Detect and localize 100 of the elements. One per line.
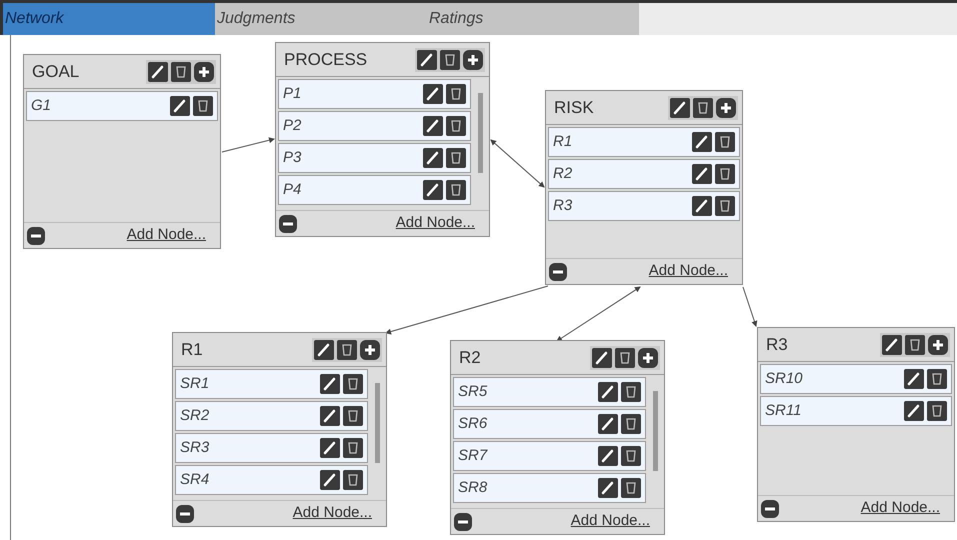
minus-icon[interactable] [454,512,472,530]
pencil-icon[interactable] [598,414,618,434]
add-node-link[interactable]: Add Node... [860,497,940,520]
trash-icon[interactable] [615,348,635,368]
cluster-title: R1 [181,338,203,361]
trash-icon[interactable] [693,98,713,118]
scrollbar-thumb[interactable] [374,383,380,463]
pencil-icon[interactable] [170,96,190,116]
pencil-icon[interactable] [904,369,924,389]
trash-icon[interactable] [621,478,641,498]
tab[interactable]: Ratings [427,3,639,35]
pencil-icon[interactable] [692,164,712,184]
trash-icon[interactable] [621,382,641,402]
pencil-icon[interactable] [148,62,168,82]
trash-icon[interactable] [343,406,363,426]
tab[interactable]: Judgments [215,3,427,35]
pencil-icon[interactable] [598,382,618,402]
node-label: SR5 [458,382,488,402]
cluster-title: R2 [459,346,481,369]
trash-icon[interactable] [927,369,947,389]
minus-icon[interactable] [761,500,779,518]
minus-icon[interactable] [549,262,567,280]
node-label: R3 [553,196,572,216]
minus-icon[interactable] [279,214,297,232]
trash-icon[interactable] [343,438,363,458]
pencil-icon[interactable] [320,406,340,426]
node-label: P2 [283,116,302,136]
pencil-icon[interactable] [423,148,443,168]
node-item[interactable]: P2 [278,111,471,141]
pencil-icon[interactable] [598,478,618,498]
node-item[interactable]: SR3 [175,433,368,463]
pencil-icon[interactable] [423,84,443,104]
node-item[interactable]: SR10 [760,364,952,394]
add-node-link[interactable]: Add Node... [570,510,650,533]
plus-icon[interactable] [360,340,380,360]
node-item[interactable]: SR4 [175,465,368,495]
minus-icon[interactable] [176,504,194,522]
trash-icon[interactable] [440,50,460,70]
node-item[interactable]: SR8 [453,473,646,503]
pencil-icon[interactable] [423,116,443,136]
node-item[interactable]: G1 [26,91,218,121]
node-item[interactable]: SR2 [175,401,368,431]
trash-icon[interactable] [193,96,213,116]
plus-icon[interactable] [194,62,214,82]
trash-icon[interactable] [446,148,466,168]
scrollbar-thumb[interactable] [652,391,658,471]
plus-icon[interactable] [928,334,948,354]
node-item[interactable]: R2 [548,159,740,189]
node-item[interactable]: SR11 [760,396,952,426]
pencil-icon[interactable] [592,348,612,368]
pencil-icon[interactable] [417,50,437,70]
pencil-icon[interactable] [692,132,712,152]
node-item[interactable]: SR5 [453,377,646,407]
cluster-title: RISK [554,96,594,119]
node-label: SR11 [765,400,802,421]
add-node-link[interactable]: Add Node... [126,224,206,247]
node-item[interactable]: SR1 [175,369,368,399]
scrollbar-thumb[interactable] [478,93,482,173]
pencil-icon[interactable] [423,180,443,200]
plus-icon[interactable] [638,348,658,368]
add-node-link[interactable]: Add Node... [396,212,475,235]
trash-icon[interactable] [905,334,925,354]
node-item[interactable]: SR7 [453,441,646,471]
trash-icon[interactable] [927,401,947,421]
node-item[interactable]: P4 [278,175,471,205]
trash-icon[interactable] [621,446,641,466]
pencil-icon[interactable] [882,334,902,354]
trash-icon[interactable] [171,62,191,82]
pencil-icon[interactable] [670,98,690,118]
trash-icon[interactable] [715,132,735,152]
connector-arrow [222,137,275,152]
plus-icon[interactable] [463,50,483,70]
node-label: SR2 [180,406,210,426]
minus-icon[interactable] [27,226,45,244]
trash-icon[interactable] [343,374,363,394]
pencil-icon[interactable] [904,401,924,421]
node-item[interactable]: SR6 [453,409,646,439]
pencil-icon[interactable] [692,196,712,216]
node-item[interactable]: R1 [548,127,740,157]
pencil-icon[interactable] [320,438,340,458]
node-label: P4 [283,180,302,200]
add-node-link[interactable]: Add Node... [648,260,728,283]
trash-icon[interactable] [343,470,363,490]
node-item[interactable]: P3 [278,143,471,173]
add-node-link[interactable]: Add Node... [292,502,372,525]
pencil-icon[interactable] [598,446,618,466]
node-item[interactable]: P1 [278,79,471,109]
plus-icon[interactable] [716,98,736,118]
node-item[interactable]: R3 [548,191,740,221]
pencil-icon[interactable] [320,470,340,490]
pencil-icon[interactable] [314,340,334,360]
trash-icon[interactable] [621,414,641,434]
trash-icon[interactable] [715,196,735,216]
trash-icon[interactable] [715,164,735,184]
trash-icon[interactable] [446,116,466,136]
trash-icon[interactable] [337,340,357,360]
node-label: P1 [283,84,302,104]
trash-icon[interactable] [446,84,466,104]
pencil-icon[interactable] [320,374,340,394]
trash-icon[interactable] [446,180,466,200]
